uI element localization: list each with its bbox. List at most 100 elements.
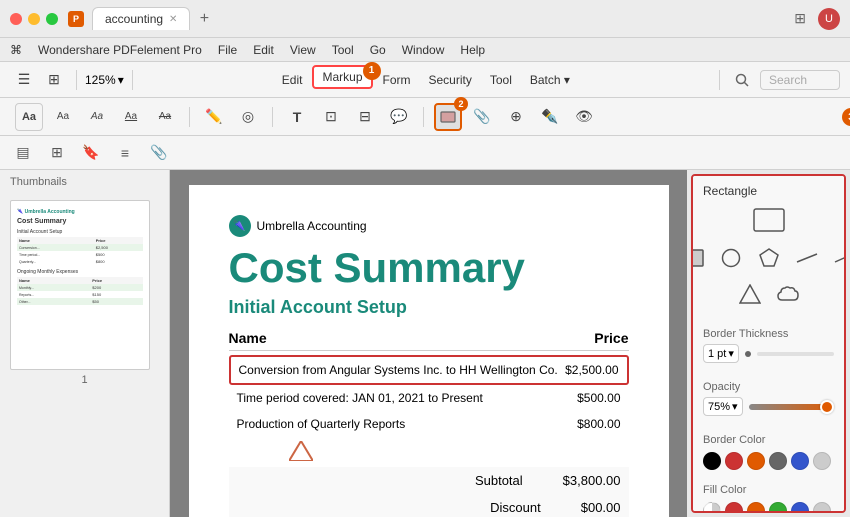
grid-icon[interactable]: ⊞: [794, 10, 806, 27]
text-box-tool[interactable]: ⊡: [317, 103, 345, 131]
new-tab-button[interactable]: +: [194, 9, 214, 29]
circle-btn[interactable]: [717, 244, 745, 272]
line-view[interactable]: ≡: [112, 140, 138, 166]
border-swatch-blue[interactable]: [791, 452, 809, 470]
rectangle-badge-container: 2: [434, 103, 462, 131]
opacity-thumb: [820, 400, 834, 414]
shapes-row-1: [691, 244, 846, 272]
pdf-col-header: Name Price: [229, 330, 629, 351]
fill-swatch-red[interactable]: [725, 502, 743, 513]
search-input[interactable]: Search: [760, 70, 840, 90]
cloud-btn[interactable]: [774, 280, 802, 308]
border-thickness-value: 1 pt: [708, 348, 726, 360]
row2-name: Time period covered: JAN 01, 2021 to Pre…: [237, 391, 483, 405]
border-thickness-dropdown-icon: ▾: [728, 347, 734, 360]
pdf-subtitle: Initial Account Setup: [229, 297, 629, 318]
form-menu[interactable]: Form: [375, 70, 419, 90]
col-name: Name: [229, 330, 267, 346]
menu-tool[interactable]: Tool: [332, 43, 354, 57]
fill-swatch-orange[interactable]: [747, 502, 765, 513]
line-btn[interactable]: [793, 244, 821, 272]
search-button[interactable]: [728, 66, 756, 94]
eye-tool[interactable]: 👁: [570, 103, 598, 131]
opacity-row: 75% ▾: [703, 397, 834, 416]
border-thickness-slider[interactable]: [757, 352, 834, 356]
arrow-btn[interactable]: [831, 244, 847, 272]
security-menu[interactable]: Security: [421, 70, 480, 90]
panel-title: Rectangle: [693, 176, 844, 202]
bookmark-view[interactable]: 🔖: [78, 140, 104, 166]
minimize-button[interactable]: [28, 13, 40, 25]
fill-swatch-transparent[interactable]: [703, 502, 721, 513]
attach-tool[interactable]: 📎: [468, 103, 496, 131]
row3-name: Production of Quarterly Reports: [237, 417, 406, 431]
border-swatch-gray[interactable]: [769, 452, 787, 470]
eraser-tool[interactable]: ◎: [234, 103, 262, 131]
pentagon-btn[interactable]: [755, 244, 783, 272]
border-thickness-select[interactable]: 1 pt ▾: [703, 344, 739, 363]
apple-menu[interactable]: ⌘: [10, 43, 22, 57]
right-panel: Rectangle: [691, 174, 846, 513]
stamp2-tool[interactable]: ⊕: [502, 103, 530, 131]
fill-swatch-light[interactable]: [813, 502, 831, 513]
menu-go[interactable]: Go: [370, 43, 386, 57]
batch-menu[interactable]: Batch ▾: [522, 70, 578, 90]
font-btn-4[interactable]: Aa: [117, 103, 145, 131]
thumb-section2: Ongoing Monthly Expenses: [17, 269, 143, 275]
tool-menu[interactable]: Tool: [482, 70, 520, 90]
double-page-view[interactable]: ⊞: [40, 66, 68, 94]
menu-edit[interactable]: Edit: [253, 43, 274, 57]
attach-view[interactable]: 📎: [146, 140, 172, 166]
discount-value: $00.00: [581, 500, 621, 515]
maximize-button[interactable]: [46, 13, 58, 25]
separator2: [132, 70, 133, 90]
zoom-dropdown-icon[interactable]: ▾: [118, 73, 124, 87]
menu-view[interactable]: View: [290, 43, 316, 57]
edit-menu[interactable]: Edit: [274, 70, 311, 90]
menu-file[interactable]: File: [218, 43, 237, 57]
fill-swatch-green[interactable]: [769, 502, 787, 513]
border-swatch-orange[interactable]: [747, 452, 765, 470]
thumbnail-page-1[interactable]: 🌂 Umbrella Accounting Cost Summary Initi…: [10, 200, 159, 386]
main-toolbar: ☰ ⊞ 125% ▾ Edit Markup 1 Form Security T…: [0, 62, 850, 98]
fill-color-label: Fill Color: [703, 484, 834, 496]
opacity-slider[interactable]: [749, 404, 834, 410]
sign-tool[interactable]: ✒️: [536, 103, 564, 131]
view-controls: ☰ ⊞: [10, 66, 68, 94]
row2-price: $500.00: [577, 391, 620, 405]
subtotal-value: $3,800.00: [563, 473, 621, 488]
border-swatch-red[interactable]: [725, 452, 743, 470]
subtotal-label: Subtotal: [475, 473, 523, 488]
pdf-logo: 🌂 Umbrella Accounting: [229, 215, 629, 237]
opacity-select[interactable]: 75% ▾: [703, 397, 743, 416]
menu-help[interactable]: Help: [460, 43, 485, 57]
callout-tool[interactable]: ⊟: [351, 103, 379, 131]
close-button[interactable]: [10, 13, 22, 25]
single-page-view[interactable]: ☰: [10, 66, 38, 94]
traffic-lights: [10, 13, 58, 25]
border-dot: [745, 351, 751, 357]
triangle-btn[interactable]: [736, 280, 764, 308]
fill-swatch-blue[interactable]: [791, 502, 809, 513]
font-btn-2[interactable]: Aa: [49, 103, 77, 131]
border-color-section: Border Color: [693, 428, 844, 478]
border-swatch-black[interactable]: [703, 452, 721, 470]
zoom-control[interactable]: 125% ▾: [85, 73, 124, 87]
rectangle-filled-btn[interactable]: [691, 244, 707, 272]
subtotal-row: Subtotal $3,800.00: [229, 467, 629, 494]
user-avatar[interactable]: U: [818, 8, 840, 30]
app-icon: P: [68, 11, 84, 27]
font-btn-3[interactable]: Aa: [83, 103, 111, 131]
font-btn-1[interactable]: Aa: [15, 103, 43, 131]
pencil-tool[interactable]: ✏️: [200, 103, 228, 131]
double-col-view[interactable]: ⊞: [44, 140, 70, 166]
discount-label: Discount: [490, 500, 541, 515]
font-btn-5[interactable]: Aa: [151, 103, 179, 131]
menu-window[interactable]: Window: [402, 43, 445, 57]
text-tool[interactable]: T: [283, 103, 311, 131]
document-tab[interactable]: accounting ✕: [92, 7, 190, 30]
border-swatch-light[interactable]: [813, 452, 831, 470]
tab-close-icon[interactable]: ✕: [169, 14, 177, 25]
single-col-view[interactable]: ▤: [10, 140, 36, 166]
stamp-tool[interactable]: 💬: [385, 103, 413, 131]
